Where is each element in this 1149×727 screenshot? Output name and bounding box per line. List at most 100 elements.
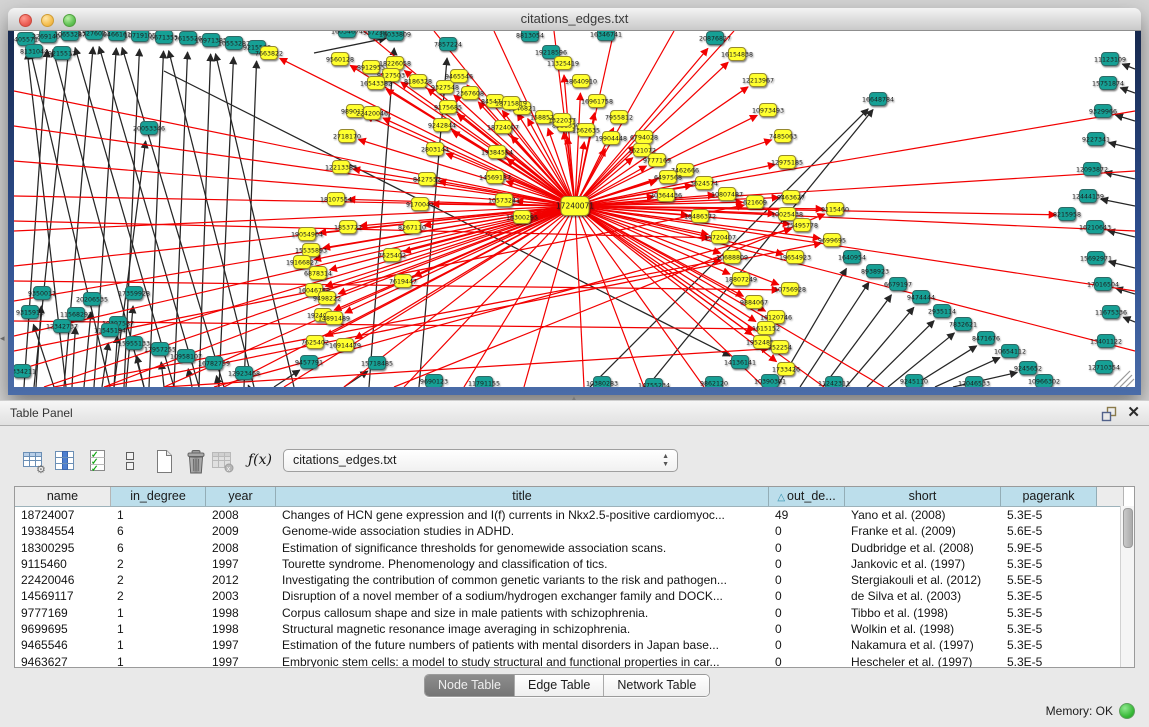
graph-node[interactable]: 16961758 — [581, 95, 613, 108]
graph-node[interactable]: 10973493 — [752, 104, 784, 117]
graph-node[interactable]: 2718170 — [333, 130, 361, 143]
window-titlebar[interactable]: citations_edges.txt — [8, 8, 1141, 31]
graph-node[interactable]: 1640954 — [838, 251, 866, 264]
table-selector-dropdown[interactable]: citations_edges.txt ▲▼ — [283, 449, 678, 472]
graph-node[interactable]: 6679197 — [884, 278, 912, 291]
network-canvas[interactable]: 1405571422691406106532871527602194661611… — [14, 31, 1135, 387]
graph-node[interactable]: 252254 — [768, 341, 792, 354]
graph-node[interactable]: 17016504 — [1087, 278, 1119, 291]
graph-node[interactable]: 15720407 — [704, 231, 736, 244]
graph-node[interactable]: 9215512 — [48, 47, 76, 60]
graph-node[interactable]: 9690123 — [420, 375, 448, 388]
graph-node[interactable]: 8186328 — [404, 75, 432, 88]
column-header-in_degree[interactable]: in_degree — [111, 487, 206, 506]
graph-node[interactable]: 9115460 — [821, 203, 849, 216]
memory-status-icon[interactable] — [1119, 703, 1135, 719]
table-row[interactable]: 946362711997Embryonic stem cells: a mode… — [15, 654, 1134, 668]
function-builder-icon[interactable]: ƒ(x) — [248, 452, 272, 478]
graph-node[interactable]: 9315912 — [16, 306, 44, 319]
graph-node[interactable]: 9170041 — [406, 198, 434, 211]
graph-node[interactable]: 20876827 — [699, 32, 731, 45]
splitpane-collapse-icon[interactable]: ◂ — [0, 333, 5, 344]
canvas-resize-grip[interactable] — [1114, 371, 1134, 387]
graph-node[interactable]: 14755234 — [638, 379, 670, 388]
table-row[interactable]: 977716911998Corpus callosum shape and si… — [15, 605, 1134, 621]
graph-node[interactable]: 10966302 — [1028, 375, 1060, 388]
table-row[interactable]: 2242004622012Investigating the contribut… — [15, 572, 1134, 588]
graph-node[interactable]: 14136141 — [724, 356, 756, 369]
graph-node[interactable]: 15718485 — [361, 357, 393, 370]
graph-node[interactable]: 9699695 — [818, 234, 846, 247]
graph-node[interactable]: 9334211 — [14, 365, 36, 378]
tab-edge-table[interactable]: Edge Table — [515, 675, 604, 696]
column-checklist-icon[interactable]: ✓ ✓ ✓ — [88, 449, 110, 475]
table-scrollbar-thumb[interactable] — [1123, 508, 1133, 548]
graph-node[interactable]: 10688809 — [716, 251, 748, 264]
attribute-table[interactable]: namein_degreeyeartitle△out_de...shortpag… — [14, 486, 1135, 668]
graph-node[interactable]: 7485063 — [769, 130, 797, 143]
graph-node[interactable]: 9862120 — [700, 377, 728, 388]
graph-node[interactable]: 16346741 — [590, 31, 622, 41]
graph-node[interactable]: 1733426 — [772, 363, 800, 376]
graph-node[interactable]: 11791155 — [468, 377, 500, 388]
graph-node[interactable]: 18724007 — [487, 121, 519, 134]
new-document-icon[interactable] — [153, 449, 175, 475]
graph-node[interactable]: 8215958 — [1053, 208, 1081, 221]
graph-node[interactable]: 19654923 — [779, 251, 811, 264]
table-row[interactable]: 1830029562008Estimation of significance … — [15, 540, 1134, 556]
graph-node[interactable]: 12444139 — [1072, 190, 1104, 203]
column-header-name[interactable]: name — [15, 487, 111, 506]
graph-node[interactable]: 19384554 — [481, 146, 513, 159]
table-row[interactable]: 1872400712008Changes of HCN gene express… — [15, 507, 1134, 523]
column-header-title[interactable]: title — [276, 487, 769, 506]
graph-node[interactable]: 16210643 — [1079, 221, 1111, 234]
graph-node[interactable]: 10654112 — [994, 345, 1026, 358]
row-height-icon[interactable] — [123, 449, 137, 475]
graph-node[interactable]: 9227341 — [1082, 133, 1110, 146]
tab-network-table[interactable]: Network Table — [604, 675, 709, 696]
graph-node[interactable]: 16154838 — [721, 48, 753, 61]
close-icon[interactable]: ✕ — [1127, 403, 1140, 421]
graph-node[interactable]: 10380283 — [586, 377, 618, 388]
table-row[interactable]: 911546021997Tourette syndrome. Phenomeno… — [15, 556, 1134, 572]
graph-node[interactable]: 9457791 — [295, 356, 323, 369]
graph-node[interactable]: 9560128 — [326, 53, 354, 66]
table-row[interactable]: 946554611997Estimation of the future num… — [15, 637, 1134, 653]
table-settings-icon[interactable]: ⚙ — [22, 449, 47, 475]
graph-node[interactable]: 9884067 — [740, 296, 768, 309]
graph-node[interactable]: 10390301 — [754, 375, 786, 388]
graph-node[interactable]: 16034674 — [331, 31, 363, 38]
graph-node[interactable]: 15751874 — [1092, 77, 1124, 90]
graph-node[interactable]: 9245110 — [900, 375, 928, 388]
graph-node[interactable]: 2935114 — [928, 305, 956, 318]
graph-node[interactable]: 11242311 — [818, 377, 850, 388]
table-row[interactable]: 1456911722003Disruption of a novel membe… — [15, 588, 1134, 604]
graph-node[interactable]: 3624574 — [690, 177, 718, 190]
tab-node-table[interactable]: Node Table — [425, 675, 515, 696]
delete-trash-icon[interactable] — [184, 449, 208, 475]
network-graph[interactable]: 1405571422691406106532871527602194661611… — [14, 31, 1135, 387]
column-header-short[interactable]: short — [845, 487, 1001, 506]
graph-node[interactable]: 15692971 — [1080, 252, 1112, 265]
graph-node[interactable]: 8131044 — [20, 45, 48, 58]
table-row[interactable]: 969969511998Structural magnetic resonanc… — [15, 621, 1134, 637]
column-header-out_degree[interactable]: △out_de... — [769, 487, 845, 506]
graph-node[interactable]: 9175685 — [434, 101, 462, 114]
graph-node[interactable]: 7857224 — [434, 38, 462, 51]
graph-node[interactable]: 16648784 — [862, 93, 894, 106]
graph-node[interactable]: 19054904 — [291, 228, 323, 241]
graph-node[interactable]: 12710354 — [1088, 361, 1120, 374]
graph-node[interactable]: 8938923 — [861, 265, 889, 278]
graph-node[interactable]: 12046533 — [958, 377, 990, 388]
graph-node[interactable]: 9329966 — [1089, 105, 1117, 118]
table-scrollbar[interactable] — [1120, 506, 1134, 667]
graph-node[interactable]: 12975185 — [771, 156, 803, 169]
graph-node[interactable]: 7832621 — [949, 318, 977, 331]
graph-node[interactable]: 7955812 — [605, 111, 633, 124]
graph-node[interactable]: 11675336 — [1095, 306, 1127, 319]
show-column-icon[interactable] — [53, 449, 78, 475]
graph-node[interactable]: 18107554 — [320, 193, 352, 206]
graph-hub-node[interactable]: 17240071 — [556, 197, 594, 216]
graph-node[interactable]: 2803144 — [421, 143, 449, 156]
graph-node[interactable]: 621609 — [743, 196, 767, 209]
